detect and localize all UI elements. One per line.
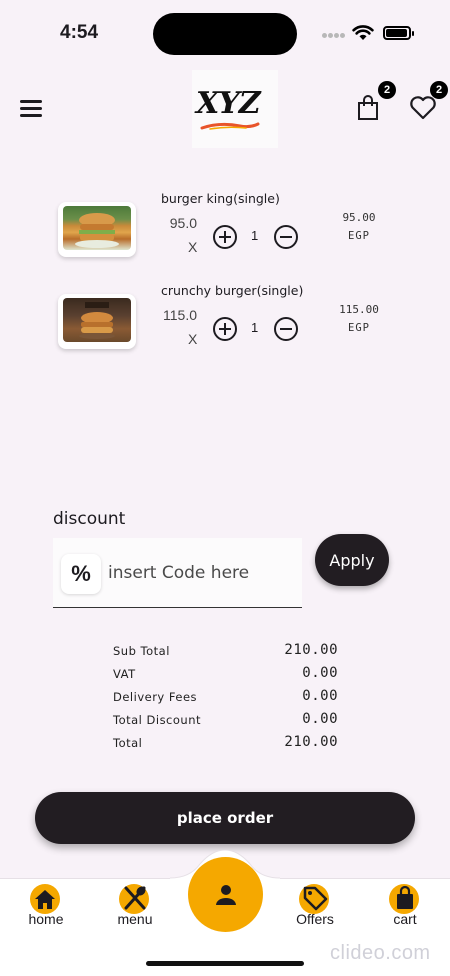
summary-row-total: Total 210.00 bbox=[113, 734, 338, 754]
item-quantity: 1 bbox=[251, 320, 259, 335]
cart-header-button[interactable]: 2 bbox=[352, 81, 396, 130]
item-currency: EGP bbox=[348, 322, 370, 334]
summary-label: Total bbox=[113, 736, 143, 750]
increase-quantity-button[interactable] bbox=[213, 225, 237, 249]
cart-item: burger king(single) 95.0 X 1 95.00 EGP bbox=[0, 188, 450, 268]
item-image-card bbox=[58, 202, 136, 257]
nav-label: Offers bbox=[296, 911, 334, 927]
item-name: crunchy burger(single) bbox=[161, 283, 304, 298]
discount-code-field: % bbox=[53, 538, 302, 608]
item-name: burger king(single) bbox=[161, 191, 280, 206]
profile-fab-button[interactable] bbox=[188, 857, 263, 932]
summary-row-vat: VAT 0.00 bbox=[113, 665, 338, 685]
decrease-quantity-button[interactable] bbox=[274, 317, 298, 341]
favorites-count-badge: 2 bbox=[430, 81, 448, 99]
summary-label: VAT bbox=[113, 667, 136, 681]
item-line-total: 115.00 bbox=[339, 303, 379, 316]
dynamic-island bbox=[153, 13, 297, 55]
summary-value: 210.00 bbox=[284, 642, 338, 658]
decrease-quantity-button[interactable] bbox=[274, 225, 298, 249]
wifi-icon bbox=[352, 25, 374, 40]
summary-value: 0.00 bbox=[302, 688, 338, 704]
item-line-total: 95.00 bbox=[342, 211, 376, 224]
favorites-header-button[interactable]: 2 bbox=[406, 81, 448, 130]
item-unit-price: 95.0 bbox=[169, 215, 197, 231]
summary-value: 0.00 bbox=[302, 711, 338, 727]
fork-spoon-icon bbox=[119, 882, 151, 914]
summary-label: Delivery Fees bbox=[113, 690, 198, 704]
flame-swoosh-icon bbox=[200, 122, 260, 130]
item-image-card bbox=[58, 294, 136, 349]
home-icon bbox=[30, 882, 62, 914]
hamburger-menu-icon[interactable] bbox=[20, 98, 44, 118]
item-unit-price: 115.0 bbox=[163, 307, 197, 323]
tag-icon bbox=[299, 882, 331, 914]
cart-item: crunchy burger(single) 115.0 X 1 115.00 … bbox=[0, 280, 450, 360]
nav-item-menu[interactable]: menu bbox=[105, 882, 165, 932]
nav-label: cart bbox=[393, 911, 417, 927]
cellular-signal-icon bbox=[322, 33, 346, 39]
item-multiplier: X bbox=[188, 331, 198, 347]
summary-label: Sub Total bbox=[113, 644, 170, 658]
watermark: clideo.com bbox=[330, 942, 431, 964]
nav-item-cart[interactable]: cart bbox=[375, 882, 435, 932]
summary-label: Total Discount bbox=[113, 713, 201, 727]
discount-code-input[interactable] bbox=[108, 558, 293, 588]
summary-row-total-discount: Total Discount 0.00 bbox=[113, 711, 338, 731]
app-header: XYZ 2 2 bbox=[0, 62, 450, 152]
summary-row-delivery-fees: Delivery Fees 0.00 bbox=[113, 688, 338, 708]
status-bar: 4:54 bbox=[0, 0, 450, 70]
summary-value: 210.00 bbox=[284, 734, 338, 750]
heart-icon bbox=[410, 96, 436, 120]
burger-king-image bbox=[63, 206, 131, 250]
item-quantity: 1 bbox=[251, 228, 259, 243]
discount-label: discount bbox=[53, 509, 126, 529]
place-order-button[interactable]: place order bbox=[35, 792, 415, 844]
shopping-bag-icon bbox=[358, 95, 378, 120]
item-currency: EGP bbox=[348, 230, 370, 242]
person-icon bbox=[216, 885, 236, 905]
logo-text: XYZ bbox=[196, 86, 261, 121]
crunchy-burger-image bbox=[63, 298, 131, 342]
nav-item-home[interactable]: home bbox=[16, 882, 76, 932]
brand-logo: XYZ bbox=[192, 70, 278, 148]
nav-item-offers[interactable]: Offers bbox=[285, 882, 345, 932]
nav-label: home bbox=[28, 911, 64, 927]
home-indicator bbox=[146, 961, 304, 966]
summary-row-subtotal: Sub Total 210.00 bbox=[113, 642, 338, 662]
nav-label: menu bbox=[117, 911, 153, 927]
apply-discount-button[interactable]: Apply bbox=[315, 534, 389, 586]
status-time: 4:54 bbox=[60, 22, 99, 43]
shopping-bag-icon bbox=[389, 882, 421, 914]
battery-icon bbox=[383, 26, 414, 40]
percent-icon: % bbox=[61, 554, 101, 594]
increase-quantity-button[interactable] bbox=[213, 317, 237, 341]
summary-value: 0.00 bbox=[302, 665, 338, 681]
cart-count-badge: 2 bbox=[378, 81, 396, 99]
item-multiplier: X bbox=[188, 239, 198, 255]
